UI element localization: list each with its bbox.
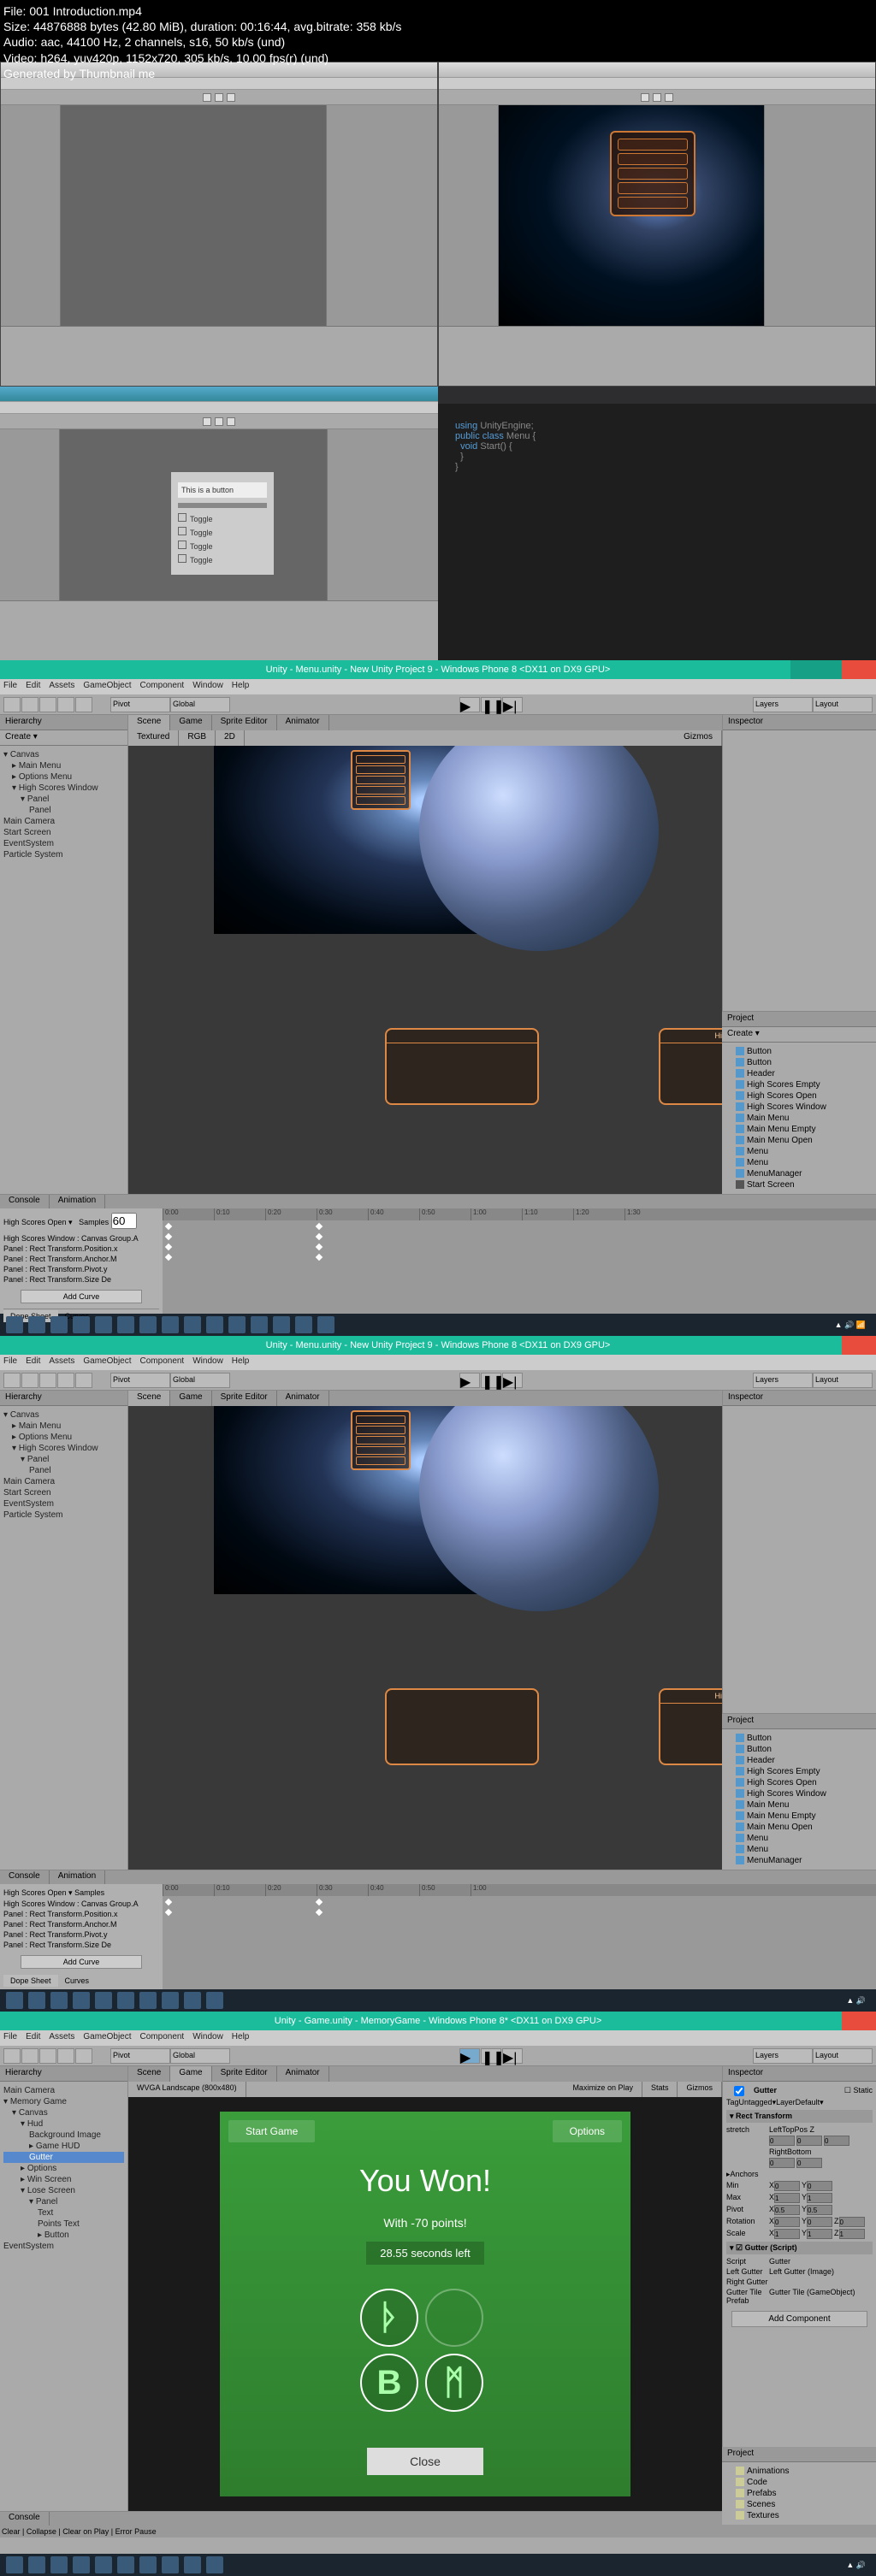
pause-button[interactable]: ❚❚ xyxy=(481,697,501,712)
start-game-button[interactable]: Start Game xyxy=(228,2120,315,2142)
close-button[interactable] xyxy=(842,660,876,679)
points-text: With -70 points! xyxy=(246,2216,605,2230)
window-titlebar[interactable]: Unity - Menu.unity - New Unity Project 9… xyxy=(0,660,876,679)
options-button[interactable]: Options xyxy=(553,2120,622,2142)
unity-window-1: Unity - Menu.unity - New Unity Project 9… xyxy=(0,660,876,1336)
animation-panel: ConsoleAnimation High Scores Open ▾ Samp… xyxy=(0,1194,876,1314)
hand-tool[interactable] xyxy=(3,697,21,712)
options-panel[interactable] xyxy=(385,1028,539,1105)
layers-dropdown[interactable]: Layers xyxy=(753,697,813,712)
unity-editor-thumb-1 xyxy=(0,62,438,387)
game-main-menu xyxy=(610,131,695,216)
hierarchy-panel: Hierarchy Create ▾ ▾ Canvas ▸ Main Menu … xyxy=(0,715,128,1194)
animation-timeline[interactable]: 0:000:100:200:300:400:501:001:101:201:30 xyxy=(163,1208,876,1314)
hierarchy-tree[interactable]: Main Camera ▾ Memory Game ▾ Canvas ▾ Hud… xyxy=(0,2082,127,2255)
game-view[interactable]: Start Game Options You Won! With -70 poi… xyxy=(128,2097,722,2511)
rotate-tool[interactable] xyxy=(39,697,56,712)
visual-studio-thumb: using UnityEngine; public class Menu { v… xyxy=(438,387,876,660)
inspector-panel: Inspector Gutter ☐ Static Tag Untagged ▾… xyxy=(722,2066,876,2511)
unity-window-2: Unity - Menu.unity - New Unity Project 9… xyxy=(0,1336,876,2012)
win-title: You Won! xyxy=(246,2163,605,2199)
menu-bar[interactable]: FileEditAssetsGameObjectComponentWindowH… xyxy=(0,679,876,694)
close-button[interactable] xyxy=(842,2012,876,2030)
close-button[interactable]: Close xyxy=(367,2448,483,2475)
thumb-row-2: This is a button Toggle Toggle Toggle To… xyxy=(0,387,876,660)
hierarchy-tree[interactable]: ▾ Canvas ▸ Main Menu ▸ Options Menu ▾ Hi… xyxy=(0,746,127,864)
global-toggle[interactable]: Global xyxy=(170,697,230,712)
thumb-row-1 xyxy=(0,62,876,387)
add-curve-button[interactable]: Add Curve xyxy=(21,1290,142,1303)
scene-tabs[interactable]: Scene Game Sprite Editor Animator xyxy=(128,715,722,730)
close-button[interactable] xyxy=(842,1336,876,1355)
unity-editor-thumb-2 xyxy=(438,62,876,387)
game-tiles: ᚦ Bᛗ xyxy=(357,2285,494,2415)
project-tree[interactable]: Button Button Header High Scores Empty H… xyxy=(722,1043,876,1194)
highscores-panel[interactable]: High Scores xyxy=(659,1028,722,1105)
ui-sample-panel: This is a button Toggle Toggle Toggle To… xyxy=(171,472,274,575)
system-tray[interactable]: ▲ 🔊 📶 xyxy=(835,1320,873,1330)
move-tool[interactable] xyxy=(21,697,38,712)
minimize-button[interactable] xyxy=(790,660,816,679)
play-button[interactable]: ▶ xyxy=(459,2048,480,2064)
scale-tool[interactable] xyxy=(57,697,74,712)
scene-view[interactable]: High Scores xyxy=(128,746,722,1194)
play-button[interactable]: ▶ xyxy=(459,697,480,712)
maximize-button[interactable] xyxy=(816,660,842,679)
add-component-button[interactable]: Add Component xyxy=(731,2311,867,2327)
inspector-panel: Inspector Project Create ▾ Button Button… xyxy=(722,715,876,1194)
toolbar: Pivot Global ▶ ❚❚ ▶| Layers Layout xyxy=(0,694,876,715)
windows-taskbar[interactable]: ▲ 🔊 📶 xyxy=(0,1314,876,1336)
unity-window-3: Unity - Game.unity - MemoryGame - Window… xyxy=(0,2012,876,2576)
video-overlay: File: 001 Introduction.mp4 Size: 4487688… xyxy=(0,0,405,85)
time-text: 28.55 seconds left xyxy=(366,2242,484,2265)
pivot-toggle[interactable]: Pivot xyxy=(110,697,170,712)
layout-dropdown[interactable]: Layout xyxy=(813,697,873,712)
start-button[interactable] xyxy=(6,1316,23,1333)
step-button[interactable]: ▶| xyxy=(502,697,523,712)
win-screen: Start Game Options You Won! With -70 poi… xyxy=(220,2112,630,2496)
rect-tool[interactable] xyxy=(75,697,92,712)
unity-editor-thumb-3: This is a button Toggle Toggle Toggle To… xyxy=(0,387,438,660)
